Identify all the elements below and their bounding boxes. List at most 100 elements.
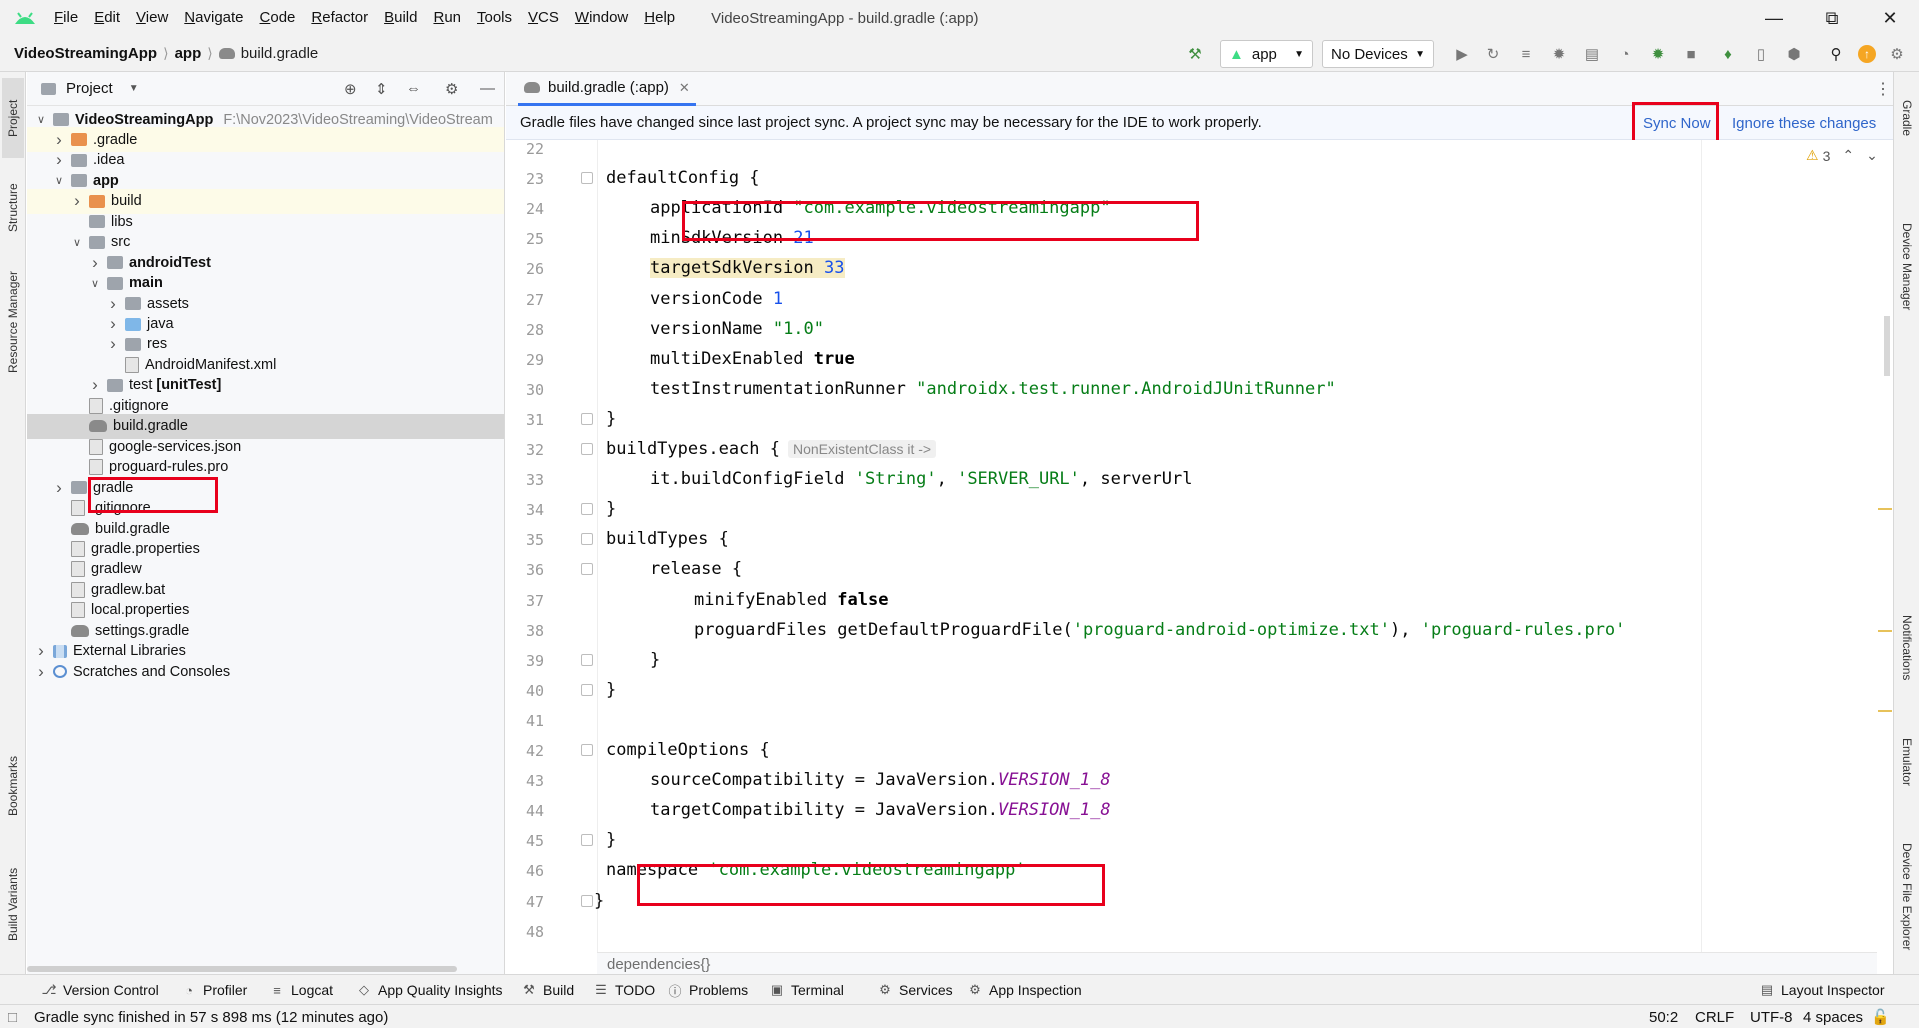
menu-code[interactable]: Code (252, 0, 304, 36)
run-icon[interactable]: ▶ (1451, 43, 1473, 65)
fold-marker-icon[interactable] (581, 563, 593, 576)
chevron-down-icon[interactable]: ∨ (35, 113, 47, 126)
close-window-button[interactable]: ✕ (1866, 0, 1914, 36)
fold-marker-icon[interactable] (581, 834, 593, 847)
file-encoding[interactable]: UTF-8 (1750, 1005, 1793, 1029)
horizontal-scrollbar[interactable] (27, 966, 457, 972)
menu-refactor[interactable]: Refactor (303, 0, 376, 36)
menu-navigate[interactable]: Navigate (176, 0, 251, 36)
inspection-widget[interactable]: ⚠ 3 ⌃ ⌄ (1806, 147, 1878, 164)
device-manager-icon[interactable]: ▯ (1750, 43, 1772, 65)
fold-marker-icon[interactable] (581, 533, 593, 546)
tool-tab-build-variants[interactable]: Build Variants (2, 854, 24, 954)
editor-tab-build-gradle[interactable]: build.gradle (:app) ✕ (518, 72, 696, 106)
debug-icon[interactable]: ✹ (1548, 43, 1570, 65)
tool-window-problems[interactable]: ⓘ Problems (668, 975, 748, 1005)
read-only-lock-icon[interactable]: 🔓 (1871, 1005, 1890, 1029)
tool-tab-notifications[interactable]: Notifications (1896, 598, 1918, 698)
chevron-right-icon[interactable]: › (35, 662, 47, 682)
fold-marker-icon[interactable] (581, 653, 593, 666)
menu-build[interactable]: Build (376, 0, 425, 36)
chevron-down-icon[interactable]: ∨ (71, 236, 83, 249)
menu-window[interactable]: Window (567, 0, 636, 36)
tool-tab-structure[interactable]: Structure (2, 168, 24, 248)
fold-marker-icon[interactable] (581, 443, 593, 455)
code-editor[interactable]: defaultConfig {applicationId "com.exampl… (594, 140, 1893, 960)
tool-tab-project[interactable]: Project (2, 78, 24, 158)
ignore-changes-link[interactable]: Ignore these changes (1732, 106, 1876, 140)
chevron-down-icon[interactable]: ▼ (129, 83, 139, 94)
updates-icon[interactable]: ↑ (1858, 45, 1876, 63)
menu-view[interactable]: View (128, 0, 176, 36)
breadcrumb-module[interactable]: app (175, 45, 202, 62)
tool-window-version-control[interactable]: ⎇ Version Control (42, 975, 159, 1005)
tool-window-app-quality-insights[interactable]: ◇ App Quality Insights (357, 975, 503, 1005)
menu-help[interactable]: Help (636, 0, 683, 36)
indent-setting[interactable]: 4 spaces (1803, 1005, 1863, 1029)
fold-marker-icon[interactable] (581, 683, 593, 696)
tool-tab-device-file-explorer[interactable]: Device File Explorer (1896, 822, 1918, 972)
stop-icon[interactable]: ■ (1680, 43, 1702, 65)
minimize-button[interactable]: — (1750, 0, 1798, 36)
fold-marker-icon[interactable] (581, 503, 593, 516)
toggle-tool-windows-icon[interactable]: □ (8, 1005, 17, 1029)
menu-vcs[interactable]: VCS (520, 0, 567, 36)
tool-tab-emulator[interactable]: Emulator (1896, 722, 1918, 802)
status-message[interactable]: Gradle sync finished in 57 s 898 ms (12 … (34, 1005, 388, 1029)
previous-highlight-icon[interactable]: ⌃ (1842, 147, 1854, 164)
tool-tab-resource-manager[interactable]: Resource Manager (2, 262, 24, 382)
menu-edit[interactable]: Edit (86, 0, 128, 36)
restore-button[interactable]: ⧉ (1808, 0, 1856, 36)
tool-tab-gradle[interactable]: Gradle (1896, 78, 1918, 158)
tool-window-logcat[interactable]: ≡ Logcat (270, 975, 333, 1005)
tool-tab-bookmarks[interactable]: Bookmarks (2, 742, 24, 830)
hide-panel-icon[interactable]: — (480, 80, 495, 97)
chevron-down-icon[interactable]: ∨ (53, 174, 65, 187)
expand-all-icon[interactable]: ⇕ (375, 80, 388, 98)
tool-window-layout-inspector[interactable]: ▤ Layout Inspector (1760, 975, 1885, 1005)
tool-window-profiler[interactable]: ◔ Profiler (182, 975, 247, 1005)
breadcrumb-file[interactable]: build.gradle (241, 45, 319, 62)
fold-marker-icon[interactable] (581, 172, 593, 185)
more-tabs-icon[interactable]: ⋮ (1875, 79, 1891, 99)
tool-window-todo[interactable]: ☰ TODO (594, 975, 655, 1005)
settings-gear-icon[interactable]: ⚙ (1886, 43, 1908, 65)
chevron-down-icon: ▼ (1415, 48, 1425, 60)
menu-file[interactable]: File (46, 0, 86, 36)
search-icon[interactable]: ⚲ (1825, 43, 1847, 65)
breadcrumb-footer[interactable]: dependencies{} (597, 952, 1877, 976)
tree-item[interactable]: › Scratches and Consoles (27, 659, 504, 684)
sdk-manager-icon[interactable]: ⬢ (1783, 43, 1805, 65)
project-view-select[interactable]: Project (66, 80, 113, 97)
line-separator[interactable]: CRLF (1695, 1005, 1734, 1029)
fold-marker-icon[interactable] (581, 894, 593, 907)
device-select[interactable]: No Devices ▼ (1322, 40, 1434, 68)
tool-window-services[interactable]: ⚙ Services (878, 975, 953, 1005)
fold-marker-icon[interactable] (581, 744, 593, 756)
gradle-sync-icon[interactable]: ♦ (1717, 43, 1739, 65)
collapse-all-icon[interactable]: ⇔ (406, 80, 421, 97)
make-project-hammer-icon[interactable]: ⚒ (1184, 43, 1206, 65)
profile-icon[interactable]: ◔ (1614, 43, 1636, 65)
chevron-down-icon[interactable]: ∨ (89, 277, 101, 290)
apply-code-changes-icon[interactable]: ≡ (1515, 43, 1537, 65)
sync-now-link[interactable]: Sync Now (1643, 106, 1711, 140)
tool-window-app-inspection[interactable]: ⚙ App Inspection (968, 975, 1081, 1005)
options-gear-icon[interactable]: ⚙ (445, 80, 458, 98)
close-tab-icon[interactable]: ✕ (679, 80, 690, 96)
breadcrumb-project[interactable]: VideoStreamingApp (14, 45, 157, 62)
tool-window-terminal[interactable]: ▣ Terminal (770, 975, 844, 1005)
apply-changes-icon[interactable]: ↻ (1482, 43, 1504, 65)
fold-marker-icon[interactable] (581, 412, 593, 425)
caret-position[interactable]: 50:2 (1649, 1005, 1678, 1029)
tool-window-build[interactable]: ⚒ Build (522, 975, 574, 1005)
run-configuration-select[interactable]: ▲ app ▼ (1220, 40, 1313, 68)
code-token: versionName (650, 318, 773, 339)
attach-debugger-icon[interactable]: ▤ (1581, 43, 1603, 65)
menu-run[interactable]: Run (425, 0, 469, 36)
next-highlight-icon[interactable]: ⌄ (1866, 147, 1878, 164)
sync-gradle-icon[interactable]: ✹ (1647, 43, 1669, 65)
tool-tab-device-manager[interactable]: Device Manager (1896, 172, 1918, 362)
select-opened-file-icon[interactable]: ⊕ (344, 80, 357, 98)
menu-tools[interactable]: Tools (469, 0, 520, 36)
